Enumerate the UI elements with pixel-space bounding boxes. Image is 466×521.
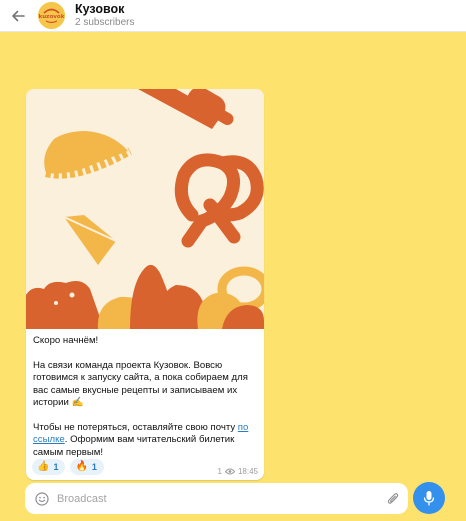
channel-title: Кузовок xyxy=(75,2,125,17)
post-text: Скоро начнём! На связи команда проекта К… xyxy=(26,329,264,459)
post-paragraph: Чтобы не потеряться, оставляйте свою поч… xyxy=(33,422,257,459)
channel-info[interactable]: Кузовок 2 subscribers xyxy=(75,2,134,29)
view-count: 1 xyxy=(217,467,222,476)
svg-text:kuzovok: kuzovok xyxy=(38,14,64,20)
channel-avatar[interactable]: kuzovok xyxy=(38,2,65,29)
message-time: 18:45 xyxy=(237,467,258,476)
fire-icon: 🔥 xyxy=(75,461,88,472)
channel-post: Скоро начнём! На связи команда проекта К… xyxy=(26,89,264,480)
message-composer xyxy=(25,483,408,514)
message-input[interactable] xyxy=(57,483,378,514)
back-button[interactable] xyxy=(0,0,36,32)
arrow-left-icon xyxy=(12,10,25,21)
smile-icon xyxy=(35,491,49,506)
reactions-bar: 👍 1 🔥 1 xyxy=(32,459,104,475)
voice-record-button[interactable] xyxy=(413,482,445,514)
channel-logo-icon: kuzovok xyxy=(38,2,65,29)
reaction-thumbs-up[interactable]: 👍 1 xyxy=(32,459,66,475)
post-illustration[interactable] xyxy=(26,89,264,329)
subscriber-count: 2 subscribers xyxy=(75,17,135,29)
chat-header: kuzovok Кузовок 2 subscribers xyxy=(0,0,466,32)
post-text-span: Чтобы не потеряться, оставляйте свою поч… xyxy=(33,421,238,433)
post-paragraph: Скоро начнём! xyxy=(33,335,99,346)
thumbs-up-icon: 👍 xyxy=(37,461,50,472)
microphone-icon xyxy=(423,491,435,506)
emoji-button[interactable] xyxy=(27,483,57,514)
paperclip-icon xyxy=(387,493,399,504)
message-meta: 1 18:45 xyxy=(218,467,258,476)
post-paragraph: На связи команда проекта Кузовок. Вовсю … xyxy=(33,359,248,409)
reaction-count: 1 xyxy=(53,462,59,472)
attach-button[interactable] xyxy=(378,483,408,514)
reaction-fire[interactable]: 🔥 1 xyxy=(70,459,104,475)
reaction-count: 1 xyxy=(91,462,97,472)
eye-icon xyxy=(224,468,235,475)
